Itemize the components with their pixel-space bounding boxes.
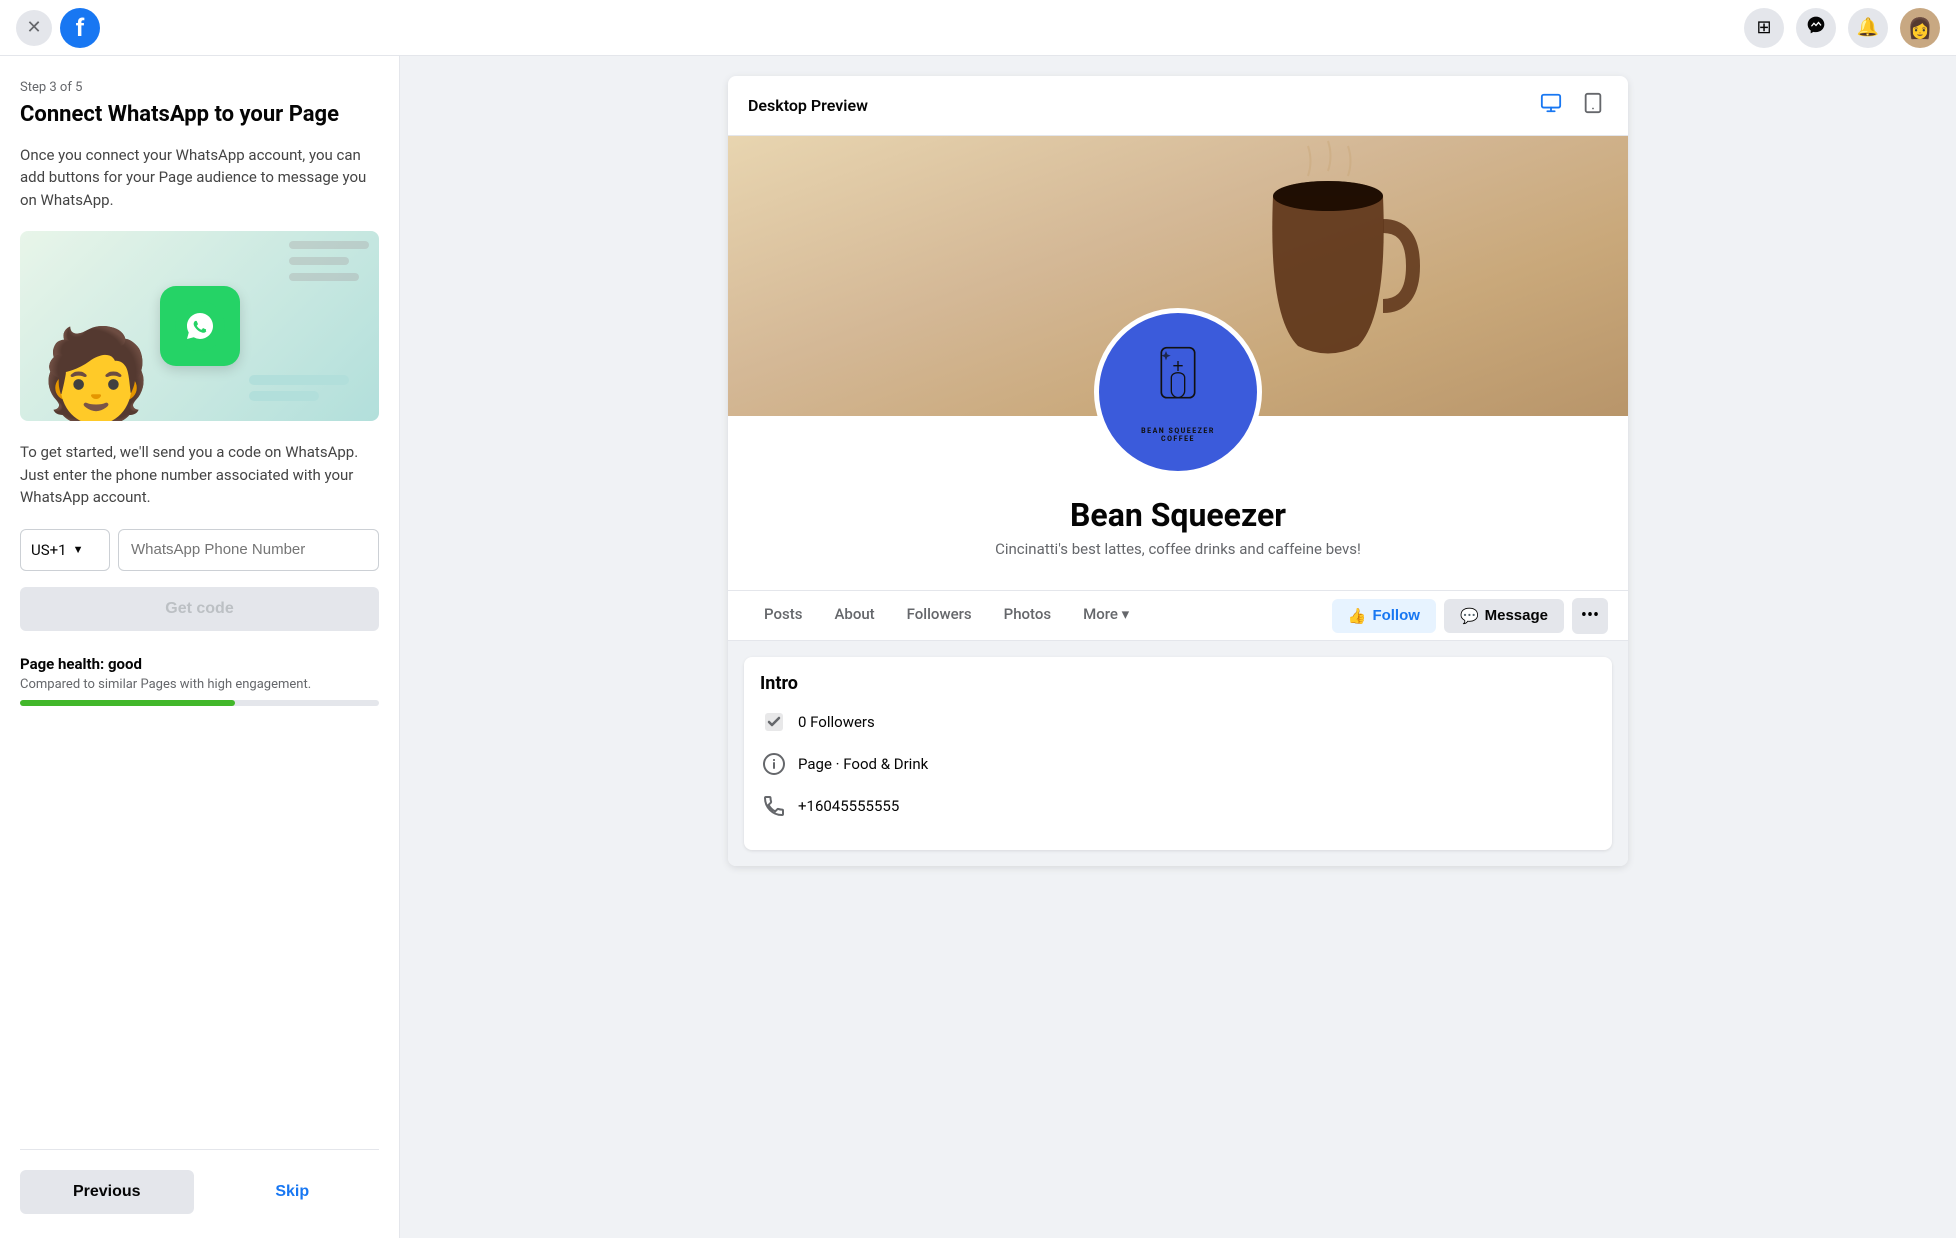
preview-card: Desktop Preview bbox=[728, 76, 1628, 866]
brand-name-line2: COFFEE bbox=[1161, 435, 1195, 443]
intro-category: Page · Food & Drink bbox=[760, 750, 1596, 778]
page-body: Intro 0 Followers bbox=[728, 641, 1628, 866]
grid-button[interactable]: ⊞ bbox=[1744, 8, 1784, 48]
step-label: Step 3 of 5 bbox=[20, 80, 379, 95]
brand-name-line1: BEAN SQUEEZER bbox=[1141, 427, 1215, 435]
profile-circle: BEAN SQUEEZER COFFEE bbox=[1094, 308, 1262, 476]
message-label: Message bbox=[1485, 607, 1548, 624]
cover-photo: BEAN SQUEEZER COFFEE bbox=[728, 136, 1628, 416]
messenger-button[interactable] bbox=[1796, 8, 1836, 48]
phone-icon bbox=[760, 792, 788, 820]
step-title: Connect WhatsApp to your Page bbox=[20, 101, 379, 130]
person-figure: 🧑 bbox=[40, 331, 152, 421]
intro-followers: 0 Followers bbox=[760, 708, 1596, 736]
close-button[interactable]: ✕ bbox=[16, 10, 52, 46]
page-tagline: Cincinatti's best lattes, coffee drinks … bbox=[728, 540, 1628, 558]
country-code-label: US+1 bbox=[31, 541, 67, 559]
step-description: Once you connect your WhatsApp account, … bbox=[20, 144, 379, 212]
page-health-section: Page health: good Compared to similar Pa… bbox=[20, 655, 379, 706]
page-health-description: Compared to similar Pages with high enga… bbox=[20, 677, 379, 692]
page-health-title: Page health: good bbox=[20, 655, 379, 673]
messenger-icon bbox=[1806, 15, 1826, 40]
left-panel: Step 3 of 5 Connect WhatsApp to your Pag… bbox=[0, 56, 400, 1238]
nav-photos[interactable]: Photos bbox=[988, 591, 1067, 640]
follow-label: Follow bbox=[1372, 607, 1420, 624]
grid-icon: ⊞ bbox=[1756, 17, 1771, 38]
preview-title: Desktop Preview bbox=[748, 96, 868, 115]
followers-icon bbox=[760, 708, 788, 736]
desktop-preview-button[interactable] bbox=[1536, 88, 1566, 123]
previous-button[interactable]: Previous bbox=[20, 1170, 194, 1214]
skip-button[interactable]: Skip bbox=[206, 1170, 380, 1214]
preview-header: Desktop Preview bbox=[728, 76, 1628, 136]
whatsapp-icon bbox=[160, 286, 240, 366]
send-code-description: To get started, we'll send you a code on… bbox=[20, 441, 379, 509]
main-layout: Step 3 of 5 Connect WhatsApp to your Pag… bbox=[0, 56, 1956, 1238]
nav-left: ✕ f bbox=[16, 8, 100, 48]
intro-phone: +16045555555 bbox=[760, 792, 1596, 820]
close-icon: ✕ bbox=[26, 17, 41, 38]
follow-button[interactable]: 👍 Follow bbox=[1332, 599, 1436, 633]
health-bar-fill bbox=[20, 700, 235, 706]
follow-icon: 👍 bbox=[1348, 607, 1367, 625]
phone-number: +16045555555 bbox=[798, 797, 899, 815]
nav-followers[interactable]: Followers bbox=[891, 591, 988, 640]
avatar-image: 👩 bbox=[1908, 16, 1933, 40]
facebook-page-preview: BEAN SQUEEZER COFFEE Bean Squeezer Cinci… bbox=[728, 136, 1628, 866]
decorative-lines bbox=[289, 241, 369, 289]
nav-more[interactable]: More ▾ bbox=[1067, 591, 1145, 640]
nav-posts[interactable]: Posts bbox=[748, 591, 818, 640]
followers-count: 0 Followers bbox=[798, 713, 875, 731]
nav-about[interactable]: About bbox=[818, 591, 890, 640]
whatsapp-illustration: 🧑 bbox=[20, 231, 379, 421]
user-avatar[interactable]: 👩 bbox=[1900, 8, 1940, 48]
bell-icon: 🔔 bbox=[1857, 17, 1879, 38]
notifications-button[interactable]: 🔔 bbox=[1848, 8, 1888, 48]
phone-number-input[interactable] bbox=[118, 529, 379, 571]
tablet-preview-button[interactable] bbox=[1578, 88, 1608, 123]
profile-circle-inner: BEAN SQUEEZER COFFEE bbox=[1138, 341, 1218, 443]
info-icon bbox=[760, 750, 788, 778]
page-nav: Posts About Followers Photos More ▾ 👍 Fo… bbox=[728, 591, 1628, 641]
page-nav-actions: 👍 Follow 💬 Message ••• bbox=[1332, 598, 1608, 634]
bottom-buttons: Previous Skip bbox=[20, 1149, 379, 1214]
health-bar-track bbox=[20, 700, 379, 706]
facebook-logo: f bbox=[60, 8, 100, 48]
chevron-down-icon: ▼ bbox=[73, 543, 84, 556]
message-button[interactable]: 💬 Message bbox=[1444, 599, 1564, 633]
page-category: Page · Food & Drink bbox=[798, 755, 928, 773]
profile-picture-area: BEAN SQUEEZER COFFEE bbox=[1094, 308, 1262, 476]
ellipsis-icon: ••• bbox=[1581, 605, 1599, 626]
right-panel: Desktop Preview bbox=[400, 56, 1956, 1238]
message-icon: 💬 bbox=[1460, 607, 1479, 625]
intro-card: Intro 0 Followers bbox=[744, 657, 1612, 850]
preview-icons bbox=[1536, 88, 1608, 123]
chat-bubbles bbox=[249, 375, 349, 401]
intro-title: Intro bbox=[760, 673, 1596, 694]
country-code-select[interactable]: US+1 ▼ bbox=[20, 529, 110, 571]
more-actions-button[interactable]: ••• bbox=[1572, 598, 1608, 634]
nav-right: ⊞ 🔔 👩 bbox=[1744, 8, 1940, 48]
phone-row: US+1 ▼ bbox=[20, 529, 379, 571]
top-nav: ✕ f ⊞ 🔔 👩 bbox=[0, 0, 1956, 56]
page-name: Bean Squeezer bbox=[728, 496, 1628, 534]
get-code-button[interactable]: Get code bbox=[20, 587, 379, 631]
